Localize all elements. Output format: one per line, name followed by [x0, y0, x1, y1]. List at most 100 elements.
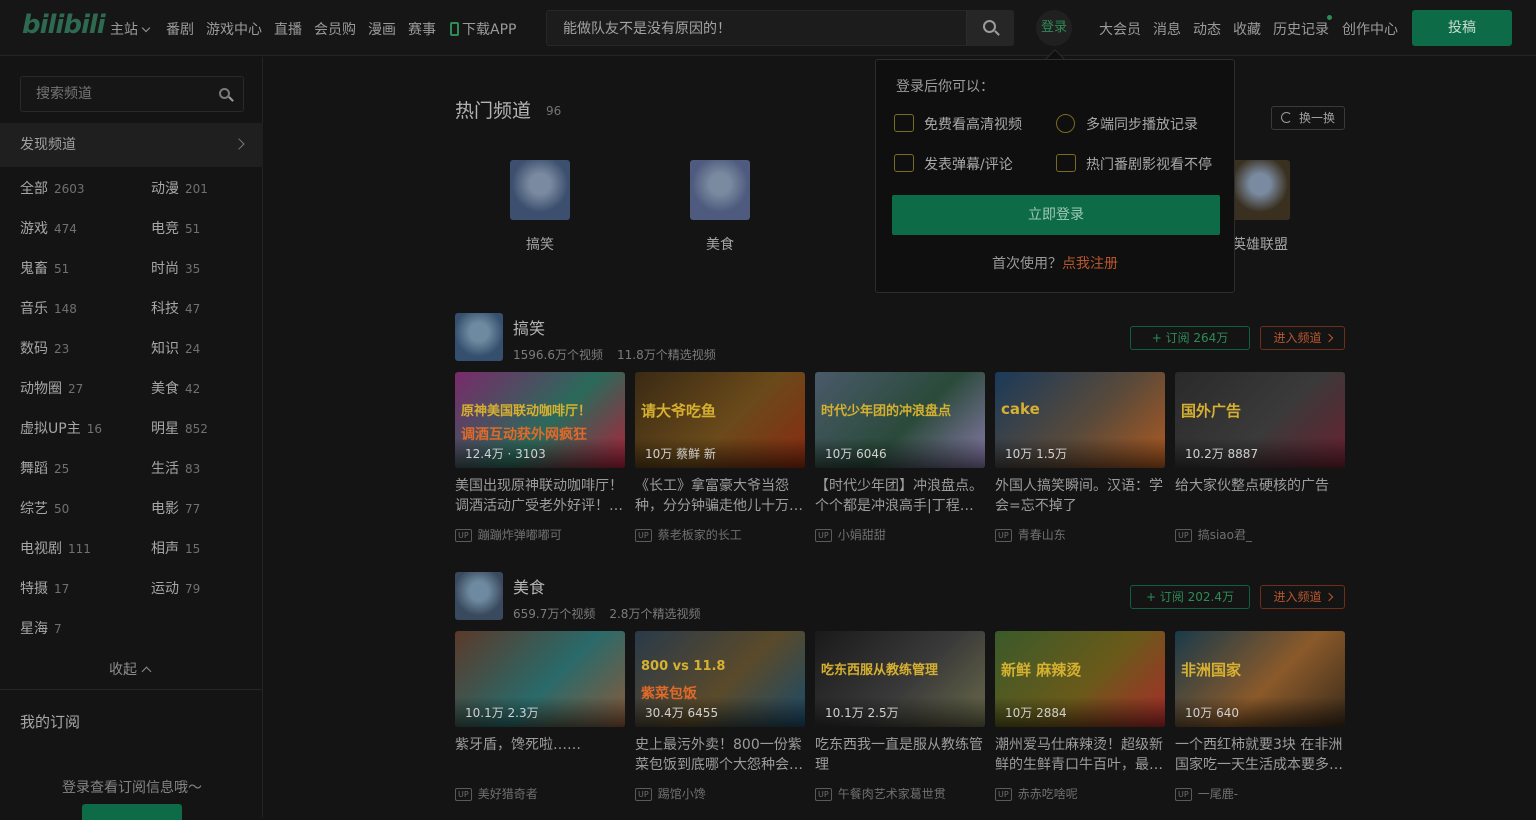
category-item[interactable]: 相声 15 — [151, 538, 200, 558]
sidebar-login-button[interactable] — [82, 804, 182, 820]
video-title[interactable]: 《长工》拿富豪大爷当怨种，分分钟骗走他儿十万… — [635, 476, 807, 516]
category-item[interactable]: 知识 24 — [151, 338, 200, 358]
nav-main-site[interactable]: 主站 — [110, 19, 151, 39]
register-link[interactable]: 点我注册 — [1062, 256, 1118, 272]
nav-download-app[interactable]: 下载APP — [450, 19, 516, 39]
refresh-button[interactable]: 换一换 — [1271, 106, 1345, 130]
uploader-name: 蹦蹦炸弹嘟嘟可 — [477, 528, 562, 542]
nav-game-center[interactable]: 游戏中心 — [206, 19, 262, 39]
subscribe-button[interactable]: + 订阅 264万 — [1130, 326, 1250, 350]
category-item[interactable]: 舞蹈 25 — [20, 458, 69, 478]
category-item[interactable]: 全部 2603 — [20, 178, 85, 198]
channel-avatar[interactable] — [455, 572, 503, 620]
video-title[interactable]: 吃东西我一直是服从教练管理 — [815, 735, 987, 775]
category-item[interactable]: 时尚 35 — [151, 258, 200, 278]
video-thumbnail[interactable]: 时代少年团的冲浪盘点 10万 6046 — [815, 372, 985, 468]
nav-vip[interactable]: 大会员 — [1099, 19, 1141, 39]
channel-search-input[interactable] — [21, 77, 211, 111]
video-thumbnail[interactable]: 请大爷吃鱼 10万 蔡鲜 新 — [635, 372, 805, 468]
discover-channels-item[interactable]: 发现频道 — [0, 123, 263, 167]
nav-creator-center[interactable]: 创作中心 — [1342, 19, 1398, 39]
category-item[interactable]: 运动 79 — [151, 578, 200, 598]
nav-dynamics[interactable]: 动态 — [1193, 19, 1221, 39]
video-uploader[interactable]: UP 蔡老板家的长工 — [635, 526, 742, 543]
category-item[interactable]: 电影 77 — [151, 498, 200, 518]
nav-bangumi[interactable]: 番剧 — [166, 19, 194, 39]
video-title[interactable]: 【时代少年团】冲浪盘点。个个都是冲浪高手|丁程… — [815, 476, 987, 516]
login-now-button[interactable]: 立即登录 — [892, 195, 1220, 235]
hot-channel-icon[interactable] — [1230, 160, 1290, 220]
video-uploader[interactable]: UP 午餐肉艺术家葛世贯 — [815, 785, 946, 802]
category-item[interactable]: 动物圈 27 — [20, 378, 83, 398]
category-item[interactable]: 游戏 474 — [20, 218, 77, 238]
video-thumbnail[interactable]: 10.1万 2.3万 — [455, 631, 625, 727]
category-item[interactable]: 星海 7 — [20, 618, 62, 638]
category-item[interactable]: 生活 83 — [151, 458, 200, 478]
login-avatar-button[interactable]: 登录 — [1036, 10, 1072, 46]
video-uploader[interactable]: UP 赤赤吃啥呢 — [995, 785, 1078, 802]
comment-list-icon — [894, 154, 914, 172]
category-item[interactable]: 电视剧 111 — [20, 538, 91, 558]
video-thumbnail[interactable]: 新鲜 麻辣烫 10万 2884 — [995, 631, 1165, 727]
video-title[interactable]: 紫牙盾，馋死啦…… — [455, 735, 627, 775]
video-title[interactable]: 潮州爱马仕麻辣烫！超级新鲜的生鲜青口牛百叶，最… — [995, 735, 1167, 775]
upload-button[interactable]: 投稿 — [1412, 10, 1512, 46]
channel-name[interactable]: 美食 — [513, 574, 545, 598]
video-thumbnail[interactable]: 800 vs 11.8 紫菜包饭 30.4万 6455 — [635, 631, 805, 727]
category-item[interactable]: 科技 47 — [151, 298, 200, 318]
category-item[interactable]: 数码 23 — [20, 338, 69, 358]
nav-history[interactable]: 历史记录 — [1273, 19, 1329, 39]
video-title[interactable]: 一个西红柿就要3块 在非洲国家吃一天生活成本要多… — [1175, 735, 1347, 775]
video-title[interactable]: 史上最污外卖！800一份紫菜包饭到底哪个大怨种会… — [635, 735, 807, 775]
video-uploader[interactable]: UP 蹦蹦炸弹嘟嘟可 — [455, 526, 562, 543]
category-item[interactable]: 鬼畜 51 — [20, 258, 69, 278]
category-item[interactable]: 虚拟UP主 16 — [20, 418, 102, 438]
nav-membership-shop[interactable]: 会员购 — [314, 19, 356, 39]
hot-channel-label[interactable]: 美食 — [660, 234, 780, 254]
category-item[interactable]: 综艺 50 — [20, 498, 69, 518]
video-uploader[interactable]: UP 搞siao君_ — [1175, 526, 1252, 543]
channel-name[interactable]: 搞笑 — [513, 315, 545, 339]
nav-messages[interactable]: 消息 — [1153, 19, 1181, 39]
category-item[interactable]: 动漫 201 — [151, 178, 208, 198]
video-uploader[interactable]: UP 一尾鹿- — [1175, 785, 1238, 802]
up-badge-icon: UP — [635, 788, 652, 801]
video-title[interactable]: 美国出现原神联动咖啡厅！调酒活动广受老外好评！… — [455, 476, 627, 516]
hot-channel-label[interactable]: 搞笑 — [480, 234, 600, 254]
enter-channel-button[interactable]: 进入频道 — [1260, 585, 1345, 609]
category-item[interactable]: 音乐 148 — [20, 298, 77, 318]
video-uploader[interactable]: UP 青春山东 — [995, 526, 1066, 543]
nav-favorites[interactable]: 收藏 — [1233, 19, 1261, 39]
video-thumbnail[interactable]: cake 10万 1.5万 — [995, 372, 1165, 468]
video-uploader[interactable]: UP 踢馆小馋 — [635, 785, 706, 802]
video-thumbnail[interactable]: 吃东西服从教练管理 10.1万 2.5万 — [815, 631, 985, 727]
video-uploader[interactable]: UP 小娟甜甜 — [815, 526, 886, 543]
video-title[interactable]: 外国人搞笑瞬间。汉语：学会=忘不掉了 — [995, 476, 1167, 516]
subscribe-button[interactable]: + 订阅 202.4万 — [1130, 585, 1250, 609]
video-title[interactable]: 给大家伙整点硬核的广告 — [1175, 476, 1347, 516]
uploader-name: 蔡老板家的长工 — [657, 528, 742, 542]
channel-avatar[interactable] — [455, 313, 503, 361]
collapse-button[interactable]: 收起 — [109, 659, 152, 679]
category-item[interactable]: 特摄 17 — [20, 578, 69, 598]
video-thumbnail[interactable]: 非洲国家 10万 640 — [1175, 631, 1345, 727]
nav-events[interactable]: 赛事 — [408, 19, 436, 39]
search-input[interactable] — [547, 11, 967, 45]
video-thumbnail[interactable]: 国外广告 10.2万 8887 — [1175, 372, 1345, 468]
category-item[interactable]: 电竞 51 — [151, 218, 200, 238]
category-count: 17 — [54, 582, 70, 596]
nav-manga[interactable]: 漫画 — [368, 19, 396, 39]
bilibili-logo[interactable]: bilibili — [22, 10, 106, 40]
discover-channels-label: 发现频道 — [20, 137, 76, 153]
hot-channel-icon[interactable] — [510, 160, 570, 220]
video-uploader[interactable]: UP 美好猎奇者 — [455, 785, 538, 802]
category-item[interactable]: 美食 42 — [151, 378, 200, 398]
video-thumbnail[interactable]: 原神美国联动咖啡厅！ 调酒互动获外网疯狂 12.4万 · 3103 — [455, 372, 625, 468]
search-button[interactable] — [966, 11, 1013, 45]
search-icon[interactable] — [219, 88, 230, 99]
enter-channel-button[interactable]: 进入频道 — [1260, 326, 1345, 350]
category-item[interactable]: 明星 852 — [151, 418, 208, 438]
chevron-down-icon — [141, 23, 151, 33]
hot-channel-icon[interactable] — [690, 160, 750, 220]
nav-live[interactable]: 直播 — [274, 19, 302, 39]
